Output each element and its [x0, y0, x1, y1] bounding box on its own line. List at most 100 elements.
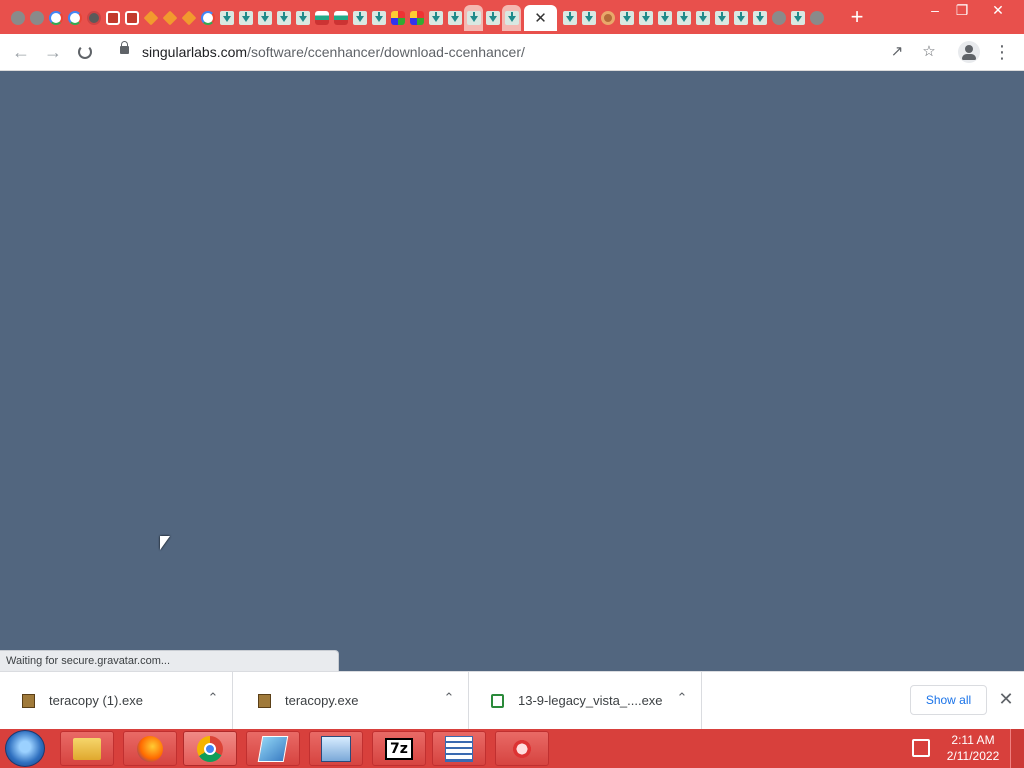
control-panel-icon	[321, 735, 351, 762]
tab[interactable]	[350, 5, 369, 31]
url-text[interactable]: singularlabs.com/software/ccenhancer/dow…	[142, 44, 525, 60]
tab[interactable]	[617, 5, 636, 31]
taskbar-firefox[interactable]	[123, 731, 177, 766]
tab[interactable]	[103, 5, 122, 31]
bookmark-star-icon[interactable]: ☆	[920, 43, 938, 61]
tab[interactable]	[122, 5, 141, 31]
close-icon[interactable]: ✕	[534, 11, 547, 26]
taskbar-checklist[interactable]	[432, 731, 486, 766]
tab[interactable]	[84, 5, 103, 31]
tab[interactable]	[236, 5, 255, 31]
tab[interactable]	[693, 5, 712, 31]
tab[interactable]	[274, 5, 293, 31]
tab[interactable]	[731, 5, 750, 31]
tab[interactable]	[788, 5, 807, 31]
download-icon	[790, 11, 805, 25]
download-icon	[371, 11, 386, 25]
tab[interactable]	[445, 5, 464, 31]
firefox-icon	[137, 735, 163, 762]
donut-icon	[600, 11, 615, 25]
show-desktop-button[interactable]	[1010, 729, 1024, 768]
tab[interactable]	[369, 5, 388, 31]
chevron-up-icon[interactable]: ⌃	[205, 690, 221, 706]
tab[interactable]	[750, 5, 769, 31]
lock-icon[interactable]	[120, 41, 129, 54]
download-filename: teracopy.exe	[285, 693, 359, 708]
tab[interactable]	[27, 5, 46, 31]
tab[interactable]	[426, 5, 445, 31]
tab[interactable]	[179, 5, 198, 31]
close-icon[interactable]: ✕	[996, 689, 1016, 709]
tab[interactable]	[141, 5, 160, 31]
app-tile-icon	[257, 735, 289, 762]
taskbar-app-red[interactable]	[495, 731, 549, 766]
download-icon	[676, 11, 691, 25]
tab[interactable]	[312, 5, 331, 31]
tab[interactable]	[46, 5, 65, 31]
tab[interactable]	[502, 5, 521, 31]
address-bar[interactable]: singularlabs.com/software/ccenhancer/dow…	[108, 38, 950, 66]
tab[interactable]	[636, 5, 655, 31]
back-button[interactable]: ←	[9, 40, 33, 64]
tab[interactable]	[8, 5, 27, 31]
taskbar-control-panel[interactable]	[309, 731, 363, 766]
tab[interactable]	[483, 5, 502, 31]
taskbar-7zip[interactable]: 7z	[372, 731, 426, 766]
download-icon	[581, 11, 596, 25]
action-center-icon[interactable]	[912, 739, 930, 757]
close-window-button[interactable]: ✕	[982, 0, 1014, 22]
forward-button[interactable]: →	[41, 40, 65, 64]
taskbar-file-explorer[interactable]	[60, 731, 114, 766]
url-path: /software/ccenhancer/download-ccenhancer…	[247, 44, 525, 60]
amd-icon	[491, 694, 504, 708]
tab[interactable]	[807, 5, 826, 31]
site-icon	[409, 11, 424, 25]
taskbar-chrome[interactable]	[183, 731, 237, 766]
tab[interactable]	[674, 5, 693, 31]
diamond-icon	[181, 10, 196, 26]
tab[interactable]	[388, 5, 407, 31]
download-filename: 13-9-legacy_vista_....exe	[518, 693, 663, 708]
profile-avatar[interactable]	[958, 41, 980, 63]
google-icon	[200, 11, 215, 25]
chevron-up-icon[interactable]: ⌃	[441, 690, 457, 706]
restore-button[interactable]: ❐	[946, 0, 978, 22]
tab[interactable]	[598, 5, 617, 31]
tab[interactable]	[65, 5, 84, 31]
url-host: singularlabs.com	[142, 44, 248, 60]
download-item[interactable]: teracopy (1).exe ⌃	[0, 672, 233, 730]
tab[interactable]	[217, 5, 236, 31]
tab[interactable]	[160, 5, 179, 31]
download-item[interactable]: teracopy.exe ⌃	[236, 672, 469, 730]
tab[interactable]	[769, 5, 788, 31]
google-icon	[48, 11, 63, 25]
page-content	[0, 71, 1024, 671]
tab[interactable]	[655, 5, 674, 31]
taskbar-app-tile[interactable]	[246, 731, 300, 766]
share-icon[interactable]: ↗	[888, 43, 906, 61]
tab[interactable]	[560, 5, 579, 31]
tab[interactable]	[464, 5, 483, 31]
tab[interactable]	[198, 5, 217, 31]
browser-menu-button[interactable]: ⋮	[992, 40, 1012, 64]
tab[interactable]	[579, 5, 598, 31]
download-filename: teracopy (1).exe	[49, 693, 143, 708]
download-shelf: teracopy (1).exe ⌃ teracopy.exe ⌃ 13-9-l…	[0, 671, 1024, 730]
download-icon	[447, 11, 462, 25]
show-all-button[interactable]: Show all	[910, 685, 987, 715]
tab[interactable]	[255, 5, 274, 31]
loading-spinner-icon[interactable]	[78, 45, 92, 59]
chevron-up-icon[interactable]: ⌃	[674, 690, 690, 706]
7zip-icon: 7z	[385, 737, 413, 760]
tab[interactable]	[293, 5, 312, 31]
system-clock[interactable]: 2:11 AM 2/11/2022	[944, 732, 1002, 764]
tab-active[interactable]: ✕	[524, 5, 557, 31]
start-button[interactable]	[5, 730, 45, 767]
package-icon	[258, 694, 271, 708]
new-tab-button[interactable]: +	[846, 6, 868, 28]
tab[interactable]	[712, 5, 731, 31]
download-item[interactable]: 13-9-legacy_vista_....exe ⌃	[469, 672, 702, 730]
tab[interactable]	[407, 5, 426, 31]
download-icon	[638, 11, 653, 25]
tab[interactable]	[331, 5, 350, 31]
